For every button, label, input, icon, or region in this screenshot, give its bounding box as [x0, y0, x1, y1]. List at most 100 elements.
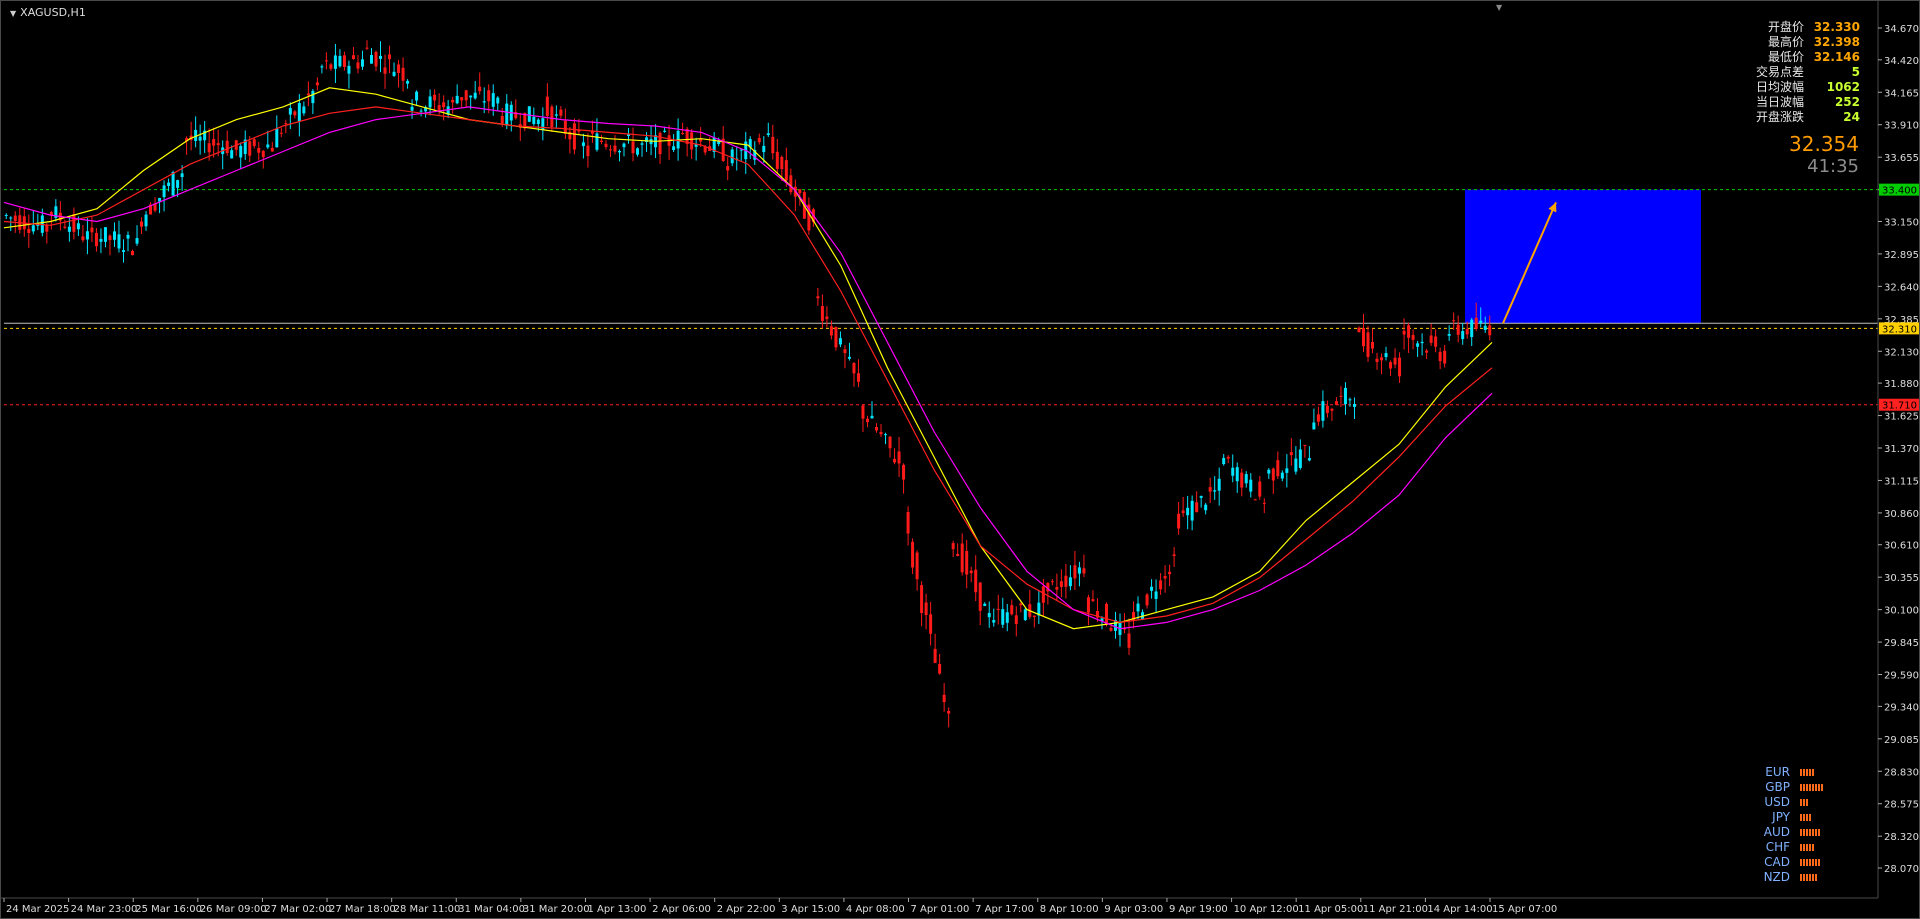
candle-body — [374, 51, 378, 67]
price-tick-label: 28.575 — [1884, 800, 1919, 811]
candle-body — [126, 234, 130, 239]
candle-body — [879, 431, 883, 435]
candle-body — [771, 136, 775, 154]
price-tick-label: 33.910 — [1884, 121, 1919, 132]
strength-bar — [1800, 874, 1802, 881]
candle-body — [121, 250, 125, 252]
candle-body — [94, 232, 98, 247]
candle-body — [1425, 350, 1429, 353]
candle-body — [388, 54, 392, 60]
candle-body — [320, 66, 324, 68]
strength-bar — [1809, 769, 1811, 776]
candle-body — [1312, 422, 1316, 430]
candle-body — [631, 141, 635, 154]
strength-bar — [1803, 874, 1805, 881]
strength-bar — [1818, 784, 1820, 791]
strength-bar — [1815, 829, 1817, 836]
candle-body — [852, 362, 856, 374]
price-axis: 34.670 34.420 34.165 33.910 33.655 33.400 33.1… — [1878, 24, 1919, 875]
candle-body — [176, 180, 180, 188]
candle-body — [293, 111, 297, 116]
currency-row: USD — [1760, 795, 1823, 810]
currency-name: CAD — [1764, 855, 1790, 869]
strength-bar — [1812, 769, 1814, 776]
strength-bar — [1806, 874, 1808, 881]
time-tick-label: 26 Mar 09:00 — [200, 904, 267, 915]
candle-body — [1059, 581, 1063, 588]
candle-body — [1199, 496, 1203, 498]
price-tick-label: 31.880 — [1884, 379, 1919, 390]
candle-body — [825, 316, 829, 320]
candle-body — [1389, 362, 1393, 369]
candle-body — [1240, 472, 1244, 488]
candle-body — [897, 451, 901, 464]
candle-body — [248, 141, 252, 156]
strength-bar — [1800, 769, 1802, 776]
candle-body — [437, 105, 441, 111]
candle-body — [1023, 609, 1027, 621]
strength-bar — [1818, 829, 1820, 836]
candle-body — [1438, 351, 1442, 362]
time-tick-label: 24 Mar 23:00 — [71, 904, 138, 915]
price-tick-label: 28.070 — [1884, 864, 1919, 875]
candle-body — [27, 228, 31, 234]
candle-body — [45, 225, 49, 232]
price-chart[interactable]: 34.670 34.420 34.165 33.910 33.655 33.400 33.1… — [0, 0, 1920, 919]
candle-body — [261, 150, 265, 158]
candle-body — [992, 620, 996, 623]
candle-body — [1407, 325, 1411, 338]
candle-body — [563, 120, 567, 134]
time-tick-label: 31 Mar 20:00 — [523, 904, 590, 915]
candle-body — [1375, 358, 1379, 363]
candle-body — [974, 569, 978, 593]
currency-row: NZD — [1760, 870, 1823, 885]
candle-body — [1330, 408, 1334, 411]
candle-body — [469, 95, 473, 98]
candle-body — [798, 189, 802, 194]
strength-bar — [1803, 799, 1805, 806]
candle-body — [906, 512, 910, 534]
candle-body — [1217, 478, 1221, 491]
candle-body — [1204, 504, 1208, 511]
moving-average-line — [3, 106, 1493, 630]
candle-body — [888, 436, 892, 449]
info-value: 32.398 — [1813, 35, 1860, 49]
strength-bar — [1806, 814, 1808, 821]
price-tick-label: 32.130 — [1884, 347, 1919, 358]
info-label: 交易点差 — [1755, 65, 1804, 79]
time-tick-label: 27 Mar 02:00 — [264, 904, 331, 915]
candle-body — [135, 238, 139, 244]
candle-body — [1384, 353, 1388, 358]
time-tick-label: 10 Apr 12:00 — [1234, 904, 1299, 915]
candle-body — [536, 119, 540, 125]
candle-body — [1244, 474, 1248, 484]
candle-body — [604, 143, 608, 147]
candle-body — [757, 138, 761, 143]
candle-body — [1159, 580, 1163, 590]
candle-body — [379, 55, 383, 59]
candle-body — [1289, 452, 1293, 456]
candle-body — [838, 338, 842, 345]
time-tick-label: 9 Apr 03:00 — [1104, 904, 1163, 915]
price-tick-label: 33.655 — [1884, 153, 1919, 164]
candle-body — [1294, 458, 1298, 472]
time-tick-label: 14 Apr 14:00 — [1427, 904, 1492, 915]
strength-bar — [1803, 844, 1805, 851]
info-value: 5 — [1851, 65, 1860, 79]
candle-body — [1398, 357, 1402, 377]
candle-body — [1429, 335, 1433, 343]
price-tick-label: 30.100 — [1884, 606, 1919, 617]
price-tick-label: 30.860 — [1884, 509, 1919, 520]
info-value: 32.330 — [1813, 20, 1860, 34]
candle-body — [266, 144, 270, 148]
candle-body — [1307, 458, 1311, 461]
candle-body — [1014, 615, 1018, 625]
candle-body — [1222, 457, 1226, 465]
candle-body — [406, 80, 410, 84]
candle-body — [117, 234, 121, 249]
price-tick-label: 32.895 — [1884, 250, 1919, 261]
candle-body — [545, 96, 549, 116]
price-tick-label: 29.590 — [1884, 671, 1919, 682]
strength-bar — [1815, 859, 1817, 866]
candle-body — [351, 55, 355, 59]
